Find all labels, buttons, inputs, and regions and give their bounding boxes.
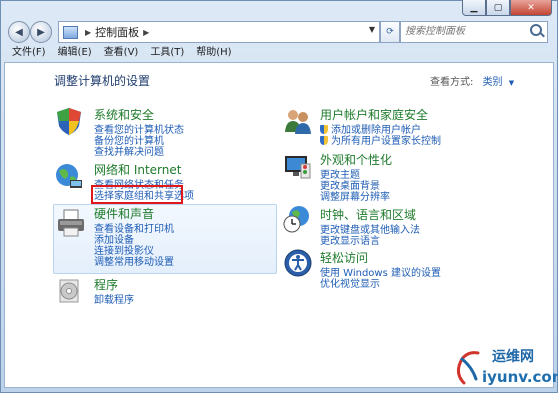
link-uninstall-program[interactable]: 卸载程序 — [94, 291, 134, 306]
back-button[interactable]: ◀ — [8, 21, 30, 43]
address-bar[interactable]: ▶ 控制面板 ▶ ▼ — [58, 21, 380, 43]
control-panel-icon — [63, 25, 78, 39]
ease-of-access-icon — [284, 249, 312, 277]
breadcrumb-separator[interactable]: ▶ — [85, 28, 91, 37]
menu-help[interactable]: 帮助(H) — [190, 45, 237, 61]
link-screen-resolution[interactable]: 调整屏幕分辨率 — [320, 188, 390, 203]
navigation-bar: ◀ ▶ ▶ 控制面板 ▶ ▼ ⟳ — [6, 20, 552, 44]
search-input[interactable] — [401, 22, 537, 40]
menu-file[interactable]: 文件(F) — [6, 45, 52, 61]
link-find-fix-problems[interactable]: 查找并解决问题 — [94, 143, 164, 158]
programs-icon — [59, 279, 79, 303]
highlight-box — [91, 185, 183, 204]
menu-tools[interactable]: 工具(T) — [144, 45, 190, 61]
users-icon — [285, 110, 311, 134]
clock-globe-icon — [283, 206, 309, 233]
menu-bar: 文件(F) 编辑(E) 查看(V) 工具(T) 帮助(H) — [6, 45, 238, 61]
view-by-label: 查看方式: — [430, 77, 474, 88]
view-by-dropdown[interactable]: 类别 — [483, 77, 503, 88]
link-mobility-settings[interactable]: 调整常用移动设置 — [94, 253, 174, 268]
breadcrumb-separator-2[interactable]: ▶ — [143, 28, 149, 37]
watermark-domain: iyunv.com — [482, 368, 558, 386]
refresh-button[interactable]: ⟳ — [380, 21, 400, 43]
link-display-language[interactable]: 更改显示语言 — [320, 232, 380, 247]
network-globe-icon — [56, 164, 82, 188]
breadcrumb-control-panel[interactable]: 控制面板 — [95, 24, 139, 40]
maximize-button[interactable]: ▢ — [486, 0, 510, 16]
chevron-down-icon[interactable]: ▼ — [369, 25, 375, 34]
search-icon[interactable] — [530, 24, 542, 36]
view-by: 查看方式: 类别 ▼ — [430, 73, 514, 88]
appearance-icon — [285, 156, 311, 179]
chevron-down-icon[interactable]: ▼ — [509, 79, 514, 87]
search-box[interactable] — [400, 21, 548, 43]
minimize-button[interactable]: ▁ — [462, 0, 486, 16]
link-optimize-visual[interactable]: 优化视觉显示 — [320, 275, 380, 290]
menu-view[interactable]: 查看(V) — [98, 45, 145, 61]
close-button[interactable]: ✕ — [510, 0, 552, 16]
page-title: 调整计算机的设置 — [54, 74, 151, 88]
menu-edit[interactable]: 编辑(E) — [52, 45, 98, 61]
forward-button[interactable]: ▶ — [30, 21, 52, 43]
watermark-name: 运维网 — [492, 349, 534, 365]
link-parental-controls[interactable]: 为所有用户设置家长控制 — [320, 132, 441, 147]
caption-buttons: ▁ ▢ ✕ — [462, 0, 552, 16]
printer-icon — [58, 209, 84, 237]
shield-icon — [57, 108, 81, 135]
